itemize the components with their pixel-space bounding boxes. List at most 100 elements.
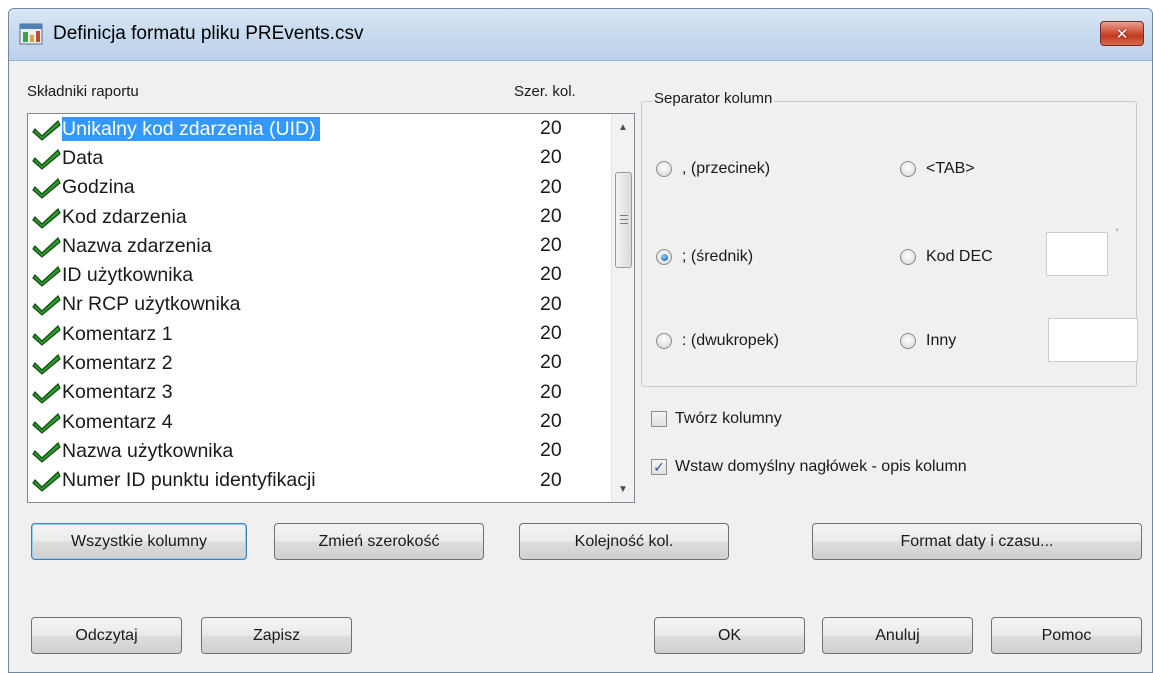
list-item[interactable]: Kod zdarzenia 20 (28, 202, 612, 231)
list-item-label: Data (62, 146, 104, 169)
list-scrollbar[interactable]: ▲ ▼ (611, 114, 634, 502)
list-item[interactable]: Komentarz 1 20 (28, 319, 612, 348)
radio-button-icon (900, 249, 916, 265)
insert-header-checkbox[interactable]: ✓ Wstaw domyślny nagłówek - opis kolumn (651, 458, 967, 476)
ok-button[interactable]: OK (654, 617, 805, 654)
list-item[interactable]: Unikalny kod zdarzenia (UID) 20 (28, 114, 612, 143)
list-item-width: 20 (540, 322, 562, 345)
report-items-rows: Unikalny kod zdarzenia (UID) 20 Data 20 Godz… (28, 114, 612, 502)
separator-tab-radio[interactable]: <TAB> (900, 160, 975, 178)
grip-line (620, 215, 628, 216)
separator-comma-radio[interactable]: , (przecinek) (656, 160, 770, 178)
list-item-label: Nazwa zdarzenia (62, 234, 212, 257)
report-format-icon (19, 23, 43, 45)
change-width-button[interactable]: Zmień szerokość (274, 523, 484, 560)
list-item[interactable]: Komentarz 3 20 (28, 378, 612, 407)
list-item-label: Unikalny kod zdarzenia (UID) (62, 116, 320, 141)
list-item-label: Kod zdarzenia (62, 205, 187, 228)
checkmark-icon[interactable] (32, 175, 62, 200)
separator-semicolon-radio[interactable]: ; (średnik) (656, 248, 753, 266)
list-item[interactable]: Komentarz 2 20 (28, 348, 612, 377)
checkmark-icon[interactable] (32, 263, 62, 287)
list-item-label: Numer ID punktu identyfikacji (62, 469, 316, 492)
list-item-width: 20 (540, 175, 562, 198)
checkmark-icon[interactable] (32, 439, 62, 463)
list-item[interactable]: Data 20 (28, 143, 612, 172)
grip-line (620, 219, 628, 220)
close-icon: ✕ (1115, 25, 1129, 43)
dialog-body: Składniki raportu Szer. kol. Unikalny ko… (9, 61, 1152, 672)
report-items-list[interactable]: Unikalny kod zdarzenia (UID) 20 Data 20 Godz… (27, 113, 635, 503)
list-item-width: 20 (540, 292, 562, 315)
scroll-thumb[interactable] (615, 172, 632, 268)
checkmark-icon[interactable] (32, 292, 62, 317)
radio-button-icon (900, 333, 916, 349)
list-item-width: 20 (540, 263, 562, 286)
column-separator-title: Separator kolumn (652, 90, 775, 107)
date-format-button[interactable]: Format daty i czasu... (812, 523, 1142, 560)
radio-button-icon (656, 161, 672, 177)
dec-code-suffix: ' (1116, 226, 1119, 240)
save-button[interactable]: Zapisz (201, 617, 352, 654)
checkbox-icon: ✓ (651, 459, 667, 475)
list-item[interactable]: Nazwa użytkownika 20 (28, 436, 612, 465)
checkmark-icon[interactable] (32, 205, 62, 229)
list-item-width: 20 (540, 234, 562, 257)
checkmark-icon[interactable] (32, 117, 62, 141)
list-item-width: 20 (540, 204, 562, 227)
window-title: Definicja formatu pliku PREvents.csv (53, 23, 364, 44)
scroll-down-arrow-icon[interactable]: ▼ (612, 478, 634, 500)
list-item-width: 20 (540, 380, 562, 403)
dialog-window: Definicja formatu pliku PREvents.csv ✕ S… (8, 8, 1153, 673)
list-item-width: 20 (540, 117, 562, 139)
dec-code-input[interactable] (1046, 232, 1108, 276)
list-item-width: 20 (540, 146, 562, 169)
title-bar[interactable]: Definicja formatu pliku PREvents.csv ✕ (9, 9, 1152, 61)
create-columns-checkbox[interactable]: Twórz kolumny (651, 410, 782, 428)
separator-dec-code-radio[interactable]: Kod DEC (900, 248, 993, 266)
all-columns-button[interactable]: Wszystkie kolumny (31, 523, 247, 560)
checkmark-icon[interactable] (32, 468, 62, 492)
insert-header-label: Wstaw domyślny nagłówek - opis kolumn (675, 458, 967, 475)
grip-line (620, 223, 628, 224)
checkmark-icon[interactable] (32, 146, 62, 170)
list-item-label: Nazwa użytkownika (62, 439, 234, 462)
checkmark-icon[interactable] (32, 234, 62, 258)
list-item-width: 20 (540, 468, 562, 491)
radio-button-icon (656, 249, 672, 265)
list-item[interactable]: Godzina 20 (28, 173, 612, 202)
column-separator-group: Separator kolumn , (przecinek) <TAB> ; (… (641, 90, 1138, 387)
column-width-label: Szer. kol. (514, 83, 576, 100)
list-item[interactable]: Nr RCP użytkownika 20 (28, 290, 612, 319)
separator-comma-label: , (przecinek) (682, 160, 771, 177)
separator-colon-radio[interactable]: : (dwukropek) (656, 332, 779, 350)
separator-semicolon-label: ; (średnik) (682, 248, 754, 265)
list-item-width: 20 (540, 409, 562, 432)
list-item[interactable]: ID użytkownika 20 (28, 260, 612, 289)
list-item-label: ID użytkownika (62, 264, 194, 287)
list-item-label: Komentarz 3 (62, 381, 173, 404)
create-columns-label: Twórz kolumny (675, 410, 782, 427)
close-button[interactable]: ✕ (1100, 21, 1144, 46)
list-item[interactable]: Komentarz 4 20 (28, 407, 612, 436)
checkmark-icon[interactable] (32, 380, 62, 405)
radio-button-icon (656, 333, 672, 349)
separator-other-radio[interactable]: Inny (900, 332, 956, 350)
report-items-label: Składniki raportu (27, 83, 139, 100)
help-button[interactable]: Pomoc (991, 617, 1142, 654)
cancel-button[interactable]: Anuluj (822, 617, 973, 654)
separator-dec-code-label: Kod DEC (926, 248, 993, 265)
checkmark-icon[interactable] (32, 410, 62, 434)
list-item[interactable]: Numer ID punktu identyfikacji 20 (28, 466, 612, 495)
checkmark-icon[interactable] (32, 351, 62, 375)
other-separator-input[interactable] (1048, 318, 1138, 362)
column-order-button[interactable]: Kolejność kol. (519, 523, 729, 560)
scroll-up-arrow-icon[interactable]: ▲ (612, 116, 634, 138)
load-button[interactable]: Odczytaj (31, 617, 182, 654)
checkmark-icon[interactable] (32, 322, 62, 346)
list-item-label: Nr RCP użytkownika (62, 293, 241, 316)
list-item-label: Godzina (62, 176, 135, 199)
list-item[interactable]: Nazwa zdarzenia 20 (28, 231, 612, 260)
checkbox-icon (651, 411, 667, 427)
list-item-label: Komentarz 4 (62, 410, 173, 433)
